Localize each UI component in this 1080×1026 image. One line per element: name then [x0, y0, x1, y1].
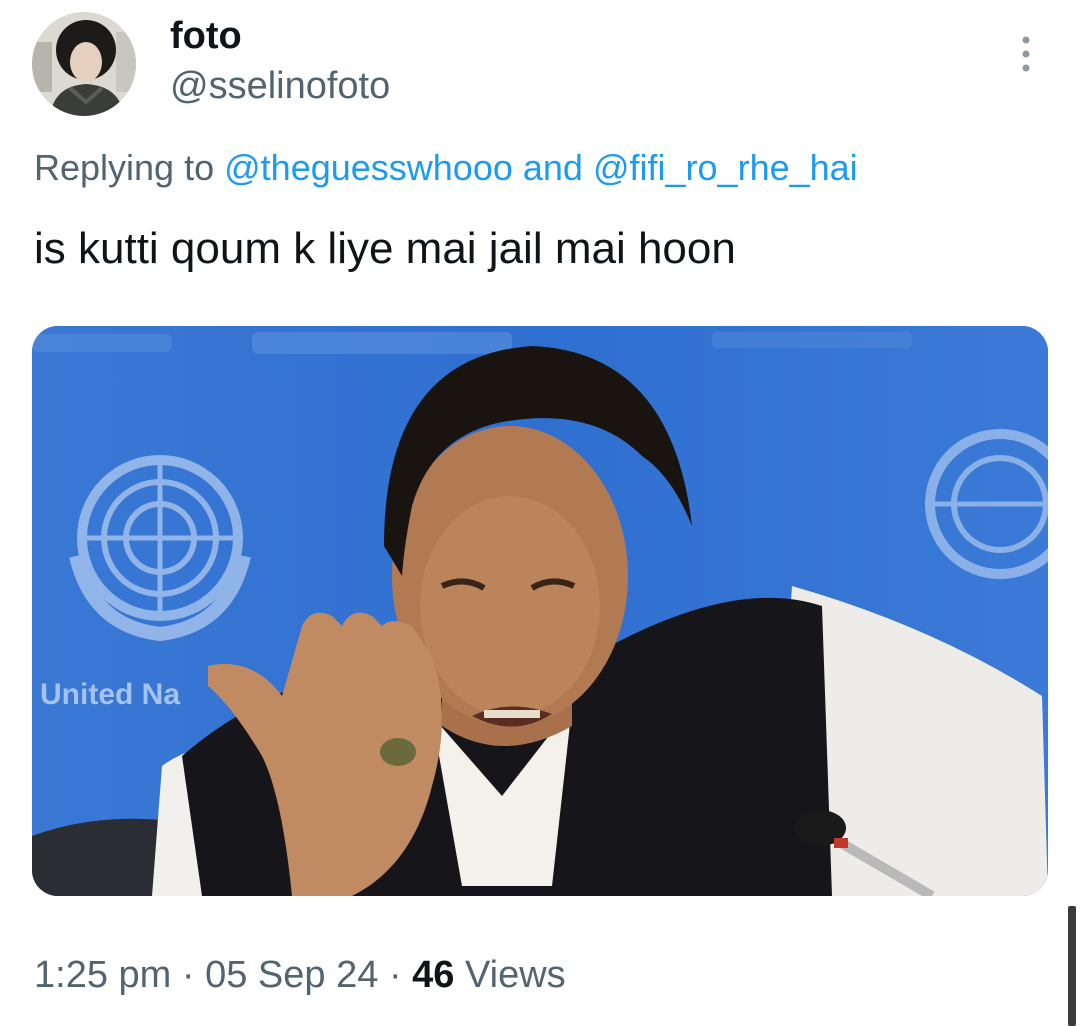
press-conference-photo: United Na: [32, 326, 1048, 896]
avatar-photo: [32, 12, 136, 116]
background-sign-text: United Na: [40, 678, 180, 711]
replying-to-label: Replying to: [34, 147, 215, 188]
tweet-date[interactable]: 05 Sep 24: [205, 954, 378, 996]
tweet-meta: 1:25 pm · 05 Sep 24 · 46 Views: [34, 952, 566, 998]
meta-separator: ·: [388, 954, 402, 996]
tweet-time[interactable]: 1:25 pm: [34, 954, 171, 996]
reply-user-link[interactable]: @fifi_ro_rhe_hai: [593, 147, 858, 188]
display-name[interactable]: foto: [170, 14, 242, 58]
replying-to-line: Replying to @theguesswhooo and @fifi_ro_…: [34, 146, 858, 190]
reply-connector: and: [522, 147, 583, 188]
more-options-button[interactable]: [1006, 30, 1046, 78]
reply-user-link[interactable]: @theguesswhooo: [224, 147, 513, 188]
views-label: Views: [464, 954, 566, 996]
tweet: foto @sselinofoto Replying to @theguessw…: [0, 0, 1080, 1026]
user-handle[interactable]: @sselinofoto: [170, 64, 390, 108]
scrollbar-thumb[interactable]: [1068, 906, 1076, 1026]
views-count: 46: [412, 954, 455, 996]
meta-separator: ·: [181, 954, 195, 996]
avatar[interactable]: [32, 12, 136, 116]
more-vertical-icon: [1022, 36, 1030, 72]
tweet-image[interactable]: United Na: [32, 326, 1048, 896]
tweet-text: is kutti qoum k liye mai jail mai hoon: [34, 224, 736, 273]
